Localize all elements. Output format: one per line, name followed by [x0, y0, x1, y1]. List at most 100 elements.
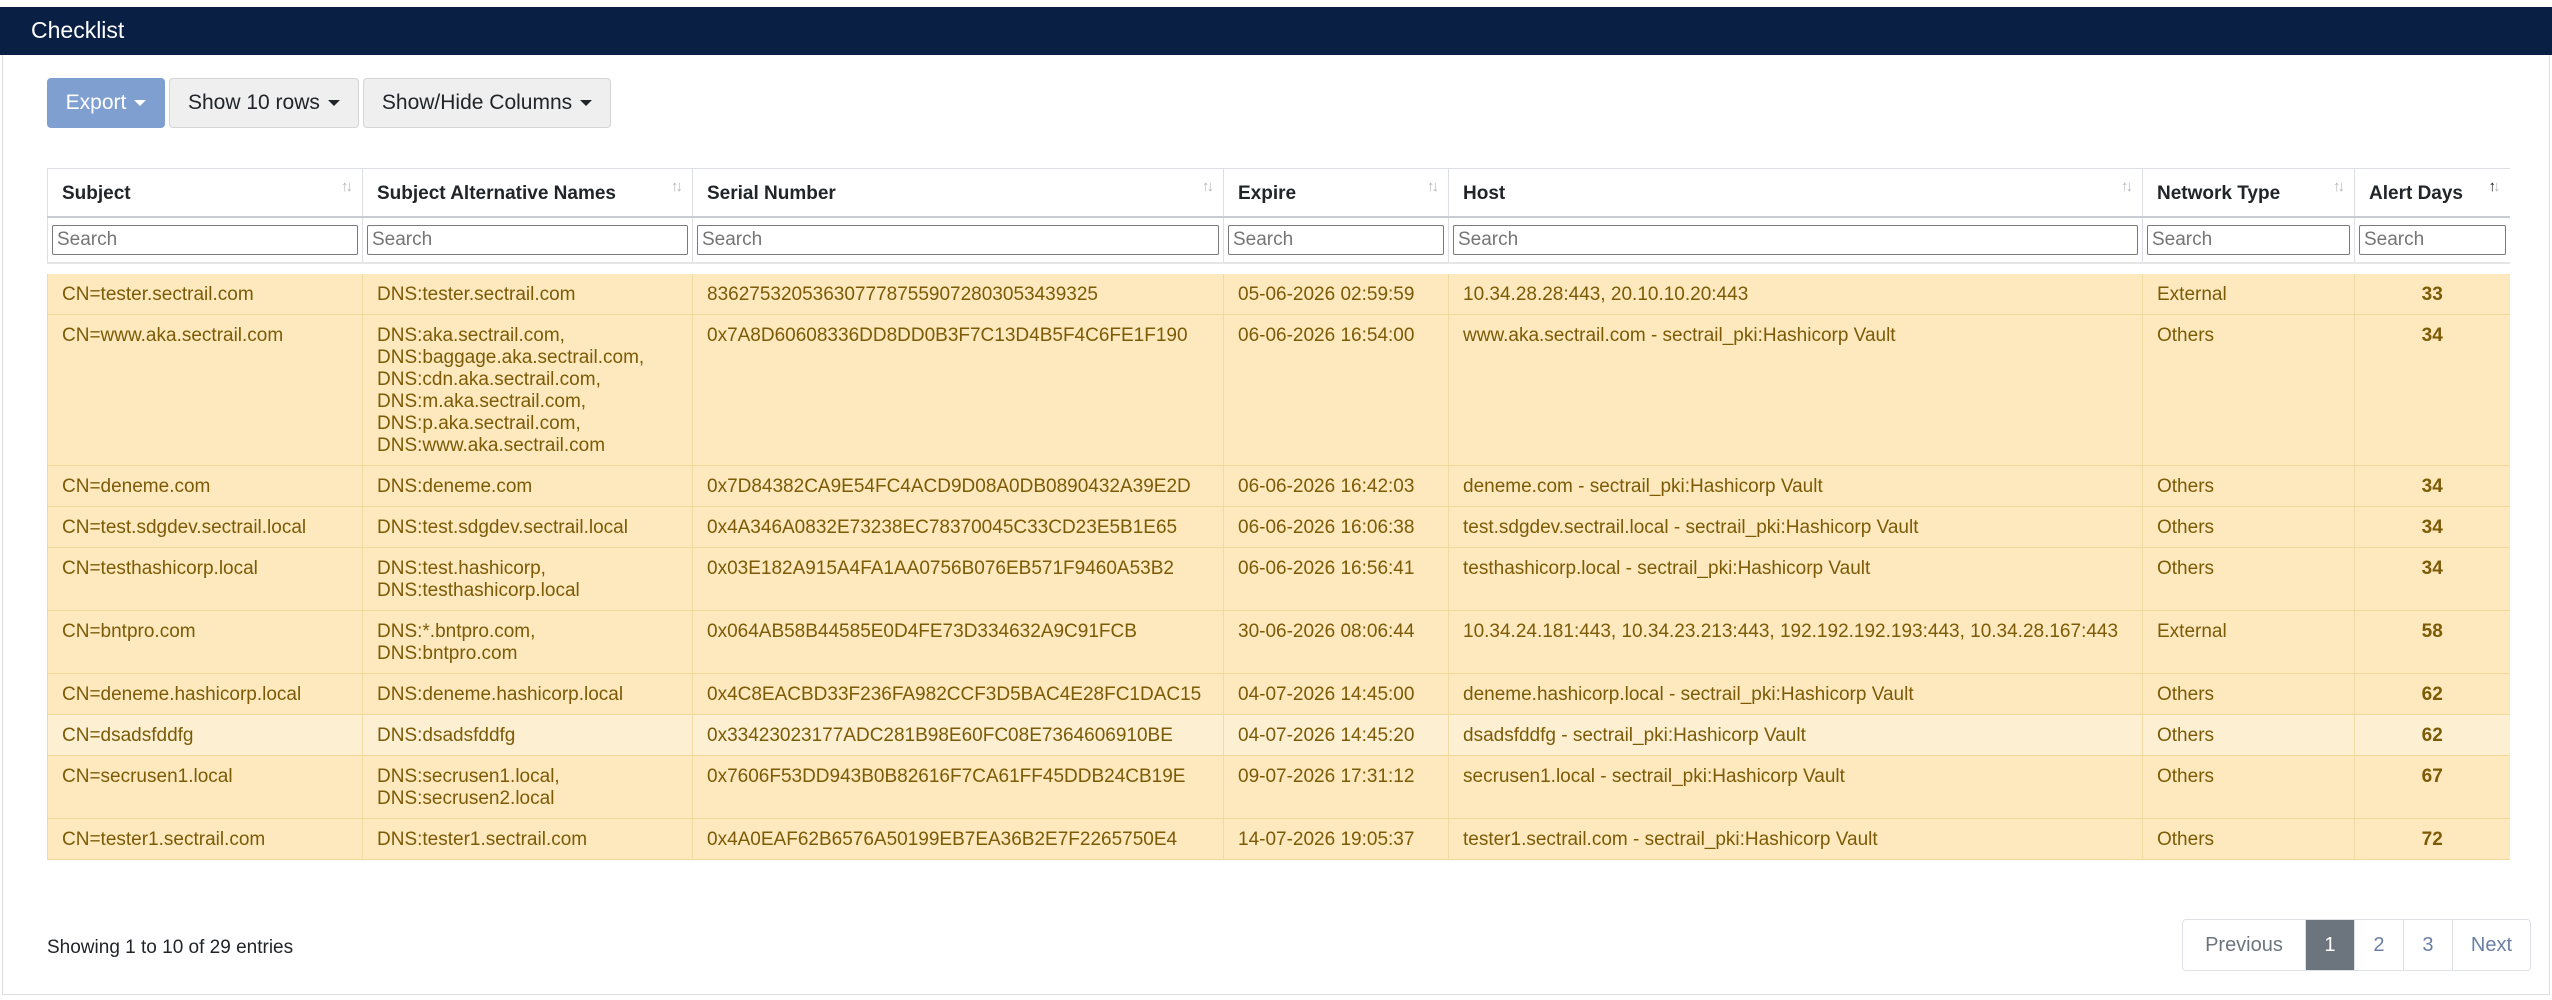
san-entry: DNS:tester1.sectrail.com [377, 828, 588, 850]
table-row[interactable]: CN=tester1.sectrail.com DNS:tester1.sectr… [47, 818, 2510, 860]
table-row[interactable]: CN=test.sdgdev.sectrail.local DNS:test.sd… [47, 506, 2510, 548]
column-header-label: Network Type [2157, 183, 2281, 205]
search-input-subject[interactable] [52, 224, 358, 255]
sort-arrows-icon[interactable]: ↑↓ [341, 178, 353, 195]
cell-san: DNS:test.hashicorp, DNS:testhashicorp.loc… [362, 547, 693, 611]
cell-expire: 06-06-2026 16:06:38 [1223, 506, 1449, 548]
column-header-host[interactable]: Host ↑↓ [1448, 168, 2143, 218]
san-entry: DNS:test.sdgdev.sectrail.local [377, 516, 628, 538]
cell-serial-number: 0x7606F53DD943B0B82616F7CA61FF45DDB24CB1… [692, 755, 1224, 819]
search-input-serial-number[interactable] [697, 224, 1219, 255]
table-row[interactable]: CN=bntpro.com DNS:*.bntpro.com, DNS:bntpro… [47, 610, 2510, 674]
san-entry: DNS:testhashicorp.local [377, 579, 580, 601]
search-input-alert-days[interactable] [2359, 224, 2506, 255]
caret-down-icon [134, 100, 147, 106]
cell-expire: 14-07-2026 19:05:37 [1223, 818, 1449, 860]
pagination-page-3[interactable]: 3 [2402, 920, 2452, 970]
table-row[interactable]: CN=deneme.hashicorp.local DNS:deneme.hash… [47, 673, 2510, 715]
san-entry: DNS:p.aka.sectrail.com, [377, 412, 581, 434]
search-input-network-type[interactable] [2147, 224, 2350, 255]
checklist-card: Export Show 10 rows Show/Hide Columns Su… [2, 55, 2550, 995]
table-toolbar: Export Show 10 rows Show/Hide Columns [47, 78, 612, 130]
cell-alert-days: 67 [2354, 755, 2510, 819]
san-entry: DNS:www.aka.sectrail.com [377, 434, 606, 456]
show-rows-label: Show 10 rows [188, 91, 320, 114]
cell-alert-days: 72 [2354, 818, 2510, 860]
cell-san: DNS:*.bntpro.com, DNS:bntpro.com [362, 610, 693, 674]
top-bar: Checklist [0, 7, 2552, 55]
sort-arrows-icon[interactable]: ↑↓ [2333, 178, 2345, 195]
pagination-page-2[interactable]: 2 [2353, 920, 2403, 970]
column-header-expire[interactable]: Expire ↑↓ [1223, 168, 1449, 218]
cell-serial-number: 0x064AB58B44585E0D4FE73D334632A9C91FCB [692, 610, 1224, 674]
column-header-san[interactable]: Subject Alternative Names ↑↓ [362, 168, 693, 218]
san-entry: DNS:m.aka.sectrail.com, [377, 390, 587, 412]
sort-arrows-icon[interactable]: ↑↓ [2121, 178, 2133, 195]
search-input-host[interactable] [1453, 224, 2138, 255]
column-header-label: Subject Alternative Names [377, 183, 616, 205]
cell-network-type: Others [2142, 314, 2355, 466]
cell-expire: 06-06-2026 16:42:03 [1223, 465, 1449, 507]
cell-subject: CN=secrusen1.local [47, 755, 363, 819]
san-entry: DNS:secrusen1.local, [377, 765, 560, 787]
cell-network-type: External [2142, 273, 2355, 315]
column-header-network-type[interactable]: Network Type ↑↓ [2142, 168, 2355, 218]
table-row[interactable]: CN=dsadsfddfg DNS:dsadsfddfg 0x33423023177… [47, 714, 2510, 756]
cell-san: DNS:deneme.hashicorp.local [362, 673, 693, 715]
entries-info: Showing 1 to 10 of 29 entries [47, 937, 294, 958]
cell-alert-days: 34 [2354, 465, 2510, 507]
cell-subject: CN=testhashicorp.local [47, 547, 363, 611]
table-header-row: Subject ↑↓ Subject Alternative Names ↑↓ Seri… [47, 168, 2510, 218]
cell-san: DNS:tester1.sectrail.com [362, 818, 693, 860]
cell-san: DNS:secrusen1.local, DNS:secrusen2.local [362, 755, 693, 819]
table-row[interactable]: CN=testhashicorp.local DNS:test.hashicorp… [47, 547, 2510, 611]
export-button[interactable]: Export [47, 78, 165, 128]
export-label: Export [65, 91, 127, 114]
search-input-expire[interactable] [1228, 224, 1444, 255]
sort-arrows-icon[interactable]: ↑↓ [1427, 178, 1439, 195]
column-header-subject[interactable]: Subject ↑↓ [47, 168, 363, 218]
table-row[interactable]: CN=secrusen1.local DNS:secrusen1.local, DN… [47, 755, 2510, 819]
san-entry: DNS:*.bntpro.com, [377, 620, 536, 642]
cell-subject: CN=www.aka.sectrail.com [47, 314, 363, 466]
cell-alert-days: 34 [2354, 547, 2510, 611]
column-header-label: Alert Days [2369, 183, 2463, 205]
pagination: Previous 1 2 3 Next [2182, 919, 2531, 971]
cell-host: 10.34.28.28:443, 20.10.10.20:443 [1448, 273, 2143, 315]
pagination-page-1[interactable]: 1 [2304, 920, 2354, 970]
cell-network-type: Others [2142, 818, 2355, 860]
show-hide-columns-button[interactable]: Show/Hide Columns [362, 78, 612, 128]
filter-cell [2354, 216, 2510, 264]
filter-cell [362, 216, 693, 264]
search-input-san[interactable] [367, 224, 688, 255]
column-header-label: Subject [62, 183, 131, 205]
pagination-previous[interactable]: Previous [2183, 920, 2305, 970]
cell-host: deneme.com - sectrail_pki:Hashicorp Vaul… [1448, 465, 2143, 507]
cell-serial-number: 8362753205363077787559072803053439325 [692, 273, 1224, 315]
sort-arrows-icon[interactable]: ↑↓ [671, 178, 683, 195]
san-entry: DNS:cdn.aka.sectrail.com, [377, 368, 601, 390]
page-title: Checklist [31, 17, 125, 43]
cell-alert-days: 34 [2354, 314, 2510, 466]
caret-down-icon [327, 100, 340, 106]
san-entry: DNS:deneme.com [377, 475, 533, 497]
san-entry: DNS:deneme.hashicorp.local [377, 683, 624, 705]
table-row[interactable]: CN=tester.sectrail.com DNS:tester.sectrai… [47, 273, 2510, 315]
sort-arrows-icon[interactable]: ↑↓ [1202, 178, 1214, 195]
cell-alert-days: 62 [2354, 673, 2510, 715]
column-header-serial-number[interactable]: Serial Number ↑↓ [692, 168, 1224, 218]
cell-serial-number: 0x03E182A915A4FA1AA0756B076EB571F9460A53… [692, 547, 1224, 611]
cell-host: www.aka.sectrail.com - sectrail_pki:Hash… [1448, 314, 2143, 466]
cell-network-type: Others [2142, 673, 2355, 715]
table-row[interactable]: CN=deneme.com DNS:deneme.com 0x7D84382CA9E… [47, 465, 2510, 507]
cell-host: test.sdgdev.sectrail.local - sectrail_pk… [1448, 506, 2143, 548]
sort-arrows-icon[interactable]: ↑↓ [2489, 178, 2501, 195]
column-header-label: Expire [1238, 183, 1297, 205]
column-header-alert-days[interactable]: Alert Days ↑↓ [2354, 168, 2510, 218]
cell-serial-number: 0x33423023177ADC281B98E60FC08E7364606910… [692, 714, 1224, 756]
table-row[interactable]: CN=www.aka.sectrail.com DNS:aka.sectrail.… [47, 314, 2510, 466]
cell-host: tester1.sectrail.com - sectrail_pki:Hash… [1448, 818, 2143, 860]
show-rows-button[interactable]: Show 10 rows [169, 78, 359, 128]
filter-cell [1223, 216, 1449, 264]
pagination-next[interactable]: Next [2451, 920, 2530, 970]
